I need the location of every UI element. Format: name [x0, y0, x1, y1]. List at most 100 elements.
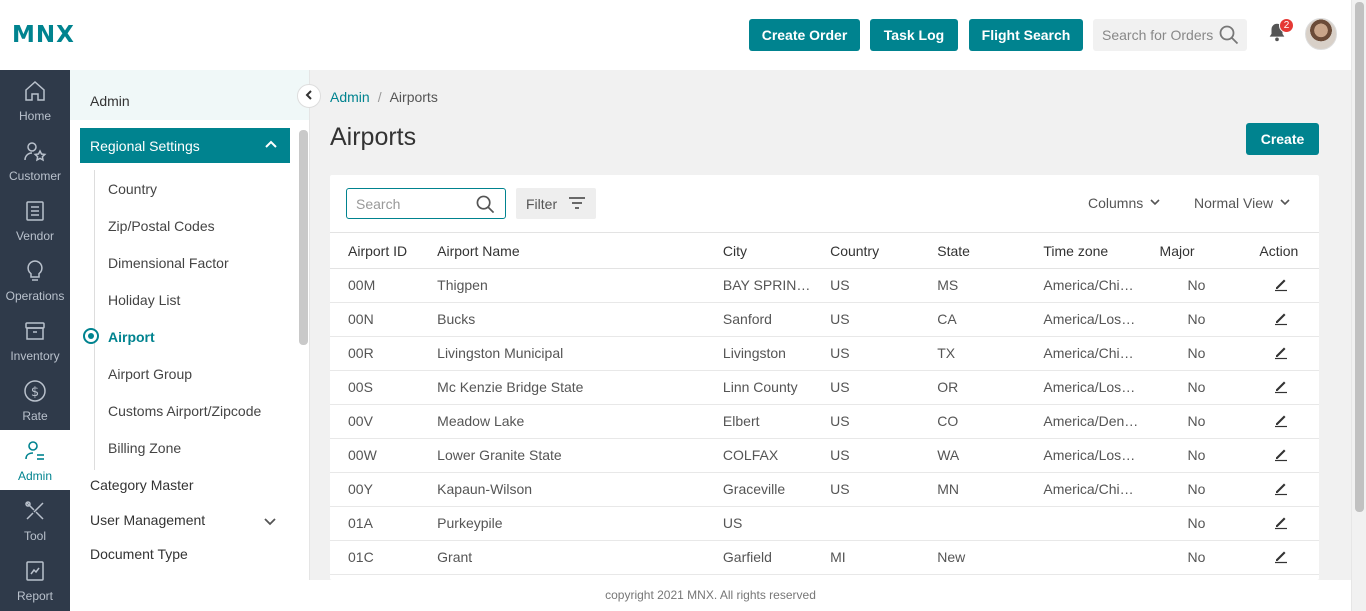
rail-item-tool[interactable]: Tool [0, 490, 70, 550]
customer-icon [23, 139, 47, 169]
edit-icon[interactable] [1273, 480, 1289, 499]
cell-action [1242, 540, 1319, 575]
breadcrumb-admin-link[interactable]: Admin [330, 89, 370, 105]
table-row[interactable]: 00NBucksSanfordUSCAAmerica/Los_AngelesNo [330, 302, 1319, 337]
table-row[interactable]: 00M Thigpen BAY SPRINGS US MS America/Chicago… [330, 268, 1319, 303]
rail-item-admin[interactable]: Admin [0, 430, 70, 490]
chevron-up-icon [264, 138, 278, 155]
cell-major: No [1150, 540, 1243, 575]
create-order-button[interactable]: Create Order [749, 19, 860, 51]
rail-label: Vendor [15, 229, 55, 243]
cell-airport-name: Thigpen [437, 268, 723, 303]
top-header: MNX Create Order Task Log Flight Search … [0, 0, 1351, 70]
cell-airport-name: Purkeypile [437, 506, 723, 541]
app-logo[interactable]: MNX [12, 22, 75, 48]
cell-action [1242, 370, 1319, 405]
column-header-city[interactable]: City [722, 234, 831, 269]
cell-action [1242, 472, 1319, 507]
table-row[interactable]: 01C Grant Garfield MI New No [330, 540, 1319, 575]
order-search-box [1093, 19, 1247, 51]
sidebar-item-country[interactable]: Country [108, 181, 157, 197]
chevron-down-icon[interactable] [263, 514, 277, 533]
cell-airport-id: 00V [330, 404, 438, 439]
tree-line [94, 170, 95, 470]
column-header-airport-id[interactable]: Airport ID [330, 234, 438, 269]
table-row[interactable]: 00R Livingston Municipal Livingston US TX Ame… [330, 336, 1319, 371]
cell-action [1242, 302, 1319, 337]
regional-settings-group[interactable]: Regional Settings [80, 128, 290, 163]
flight-search-button[interactable]: Flight Search [969, 19, 1083, 51]
sidebar-item-airport-group[interactable]: Airport Group [108, 366, 192, 382]
cell-country: US [830, 302, 938, 337]
cell-airport-id: 01A [330, 506, 438, 541]
report-icon [23, 559, 47, 589]
cell-city: Elbert [722, 404, 831, 439]
filter-button[interactable]: Filter [516, 188, 596, 219]
table-search-input[interactable] [347, 189, 472, 218]
rail-item-report[interactable]: Report [0, 550, 70, 610]
sidebar-item-user-management[interactable]: User Management [90, 512, 205, 528]
table-row[interactable]: 00V Meadow Lake Elbert US CO America/Denver No [330, 404, 1319, 439]
filter-label: Filter [526, 195, 558, 212]
sidebar-item-holiday-list[interactable]: Holiday List [108, 292, 180, 308]
rail-item-customer[interactable]: Customer [0, 130, 70, 190]
sidebar-item-airport[interactable]: Airport [108, 329, 155, 345]
column-header-country[interactable]: Country [830, 234, 938, 269]
page-scrollbar[interactable] [1351, 0, 1366, 611]
search-icon[interactable] [1219, 25, 1239, 50]
edit-icon[interactable] [1273, 344, 1289, 363]
columns-dropdown[interactable]: Columns [1088, 195, 1161, 211]
table-row[interactable]: 01A Purkeypile US No [330, 506, 1319, 541]
rail-item-rate[interactable]: $ Rate [0, 370, 70, 430]
sidebar-item-document-type[interactable]: Document Type [90, 546, 188, 562]
avatar[interactable] [1305, 18, 1337, 50]
sidebar-scrollbar[interactable] [299, 130, 308, 345]
sidebar-item-customs-airport-zipcode[interactable]: Customs Airport/Zipcode [108, 403, 261, 419]
search-icon[interactable] [476, 195, 495, 219]
column-header-airport-name[interactable]: Airport Name [437, 234, 723, 269]
edit-icon[interactable] [1273, 378, 1289, 397]
edit-icon[interactable] [1273, 514, 1289, 533]
cell-state: MN [937, 472, 1044, 507]
rail-item-home[interactable]: Home [0, 70, 70, 130]
cell-time-zone: America/Los_Angeles [1043, 302, 1151, 337]
sidebar-item-category-master[interactable]: Category Master [90, 477, 193, 493]
cell-major: No [1150, 506, 1243, 541]
edit-icon[interactable] [1273, 412, 1289, 431]
column-header-state[interactable]: State [937, 234, 1044, 269]
order-search-input[interactable] [1093, 19, 1213, 51]
cell-country: US [830, 472, 938, 507]
table-row[interactable]: 00S Mc Kenzie Bridge State Linn County US OR… [330, 370, 1319, 405]
sidebar-item-dimensional-factor[interactable]: Dimensional Factor [108, 255, 229, 271]
tool-icon [23, 499, 47, 529]
rail-item-operations[interactable]: Operations [0, 250, 70, 310]
edit-icon[interactable] [1273, 276, 1289, 295]
rail-label: Inventory [10, 349, 60, 363]
cell-major: No [1150, 336, 1243, 371]
rail-item-vendor[interactable]: Vendor [0, 190, 70, 250]
cell-state: CO [937, 404, 1044, 439]
cell-time-zone: America/Chicago [1043, 472, 1151, 507]
sidebar-item-zip-postal-codes[interactable]: Zip/Postal Codes [108, 218, 215, 234]
sidebar-item-billing-zone[interactable]: Billing Zone [108, 440, 181, 456]
edit-icon[interactable] [1273, 446, 1289, 465]
cell-airport-name: Grant [437, 540, 723, 575]
edit-icon[interactable] [1273, 310, 1289, 329]
view-dropdown[interactable]: Normal View [1194, 195, 1291, 211]
cell-airport-name: Livingston Municipal [437, 336, 723, 371]
table-row[interactable]: 00Y Kapaun-Wilson Graceville US MN America/Ch… [330, 472, 1319, 507]
column-header-time-zone[interactable]: Time zone [1043, 234, 1151, 269]
cell-major: No [1150, 472, 1243, 507]
inventory-icon [23, 319, 47, 349]
table-row[interactable]: 00W Lower Granite State COLFAX US WA America/… [330, 438, 1319, 473]
create-button[interactable]: Create [1246, 123, 1319, 155]
cell-time-zone: America/Denver [1043, 404, 1151, 439]
edit-icon[interactable] [1273, 548, 1289, 567]
table-toolbar: Filter Columns Normal View [330, 175, 1319, 233]
rail-label: Tool [23, 529, 46, 543]
collapse-sidebar-button[interactable] [297, 84, 321, 108]
column-header-major[interactable]: Major [1150, 234, 1243, 269]
rail-item-inventory[interactable]: Inventory [0, 310, 70, 370]
scrollbar-thumb[interactable] [1355, 2, 1364, 512]
task-log-button[interactable]: Task Log [870, 19, 958, 51]
